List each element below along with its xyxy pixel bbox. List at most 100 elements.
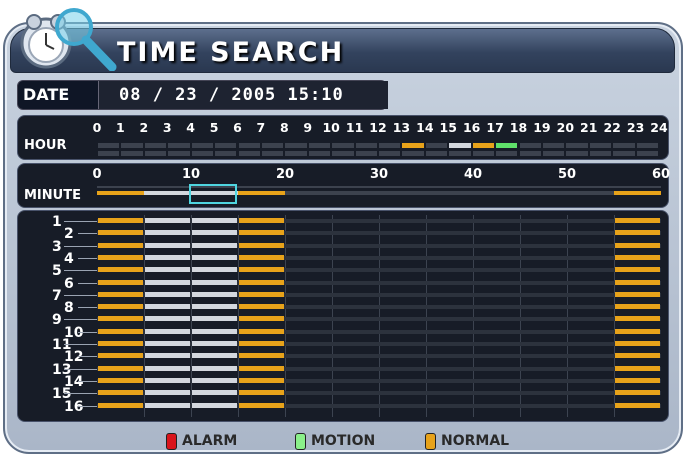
channel-segment[interactable] <box>615 267 660 273</box>
channel-segment[interactable] <box>239 390 284 396</box>
hour-segment[interactable] <box>285 143 307 148</box>
channel-segment[interactable] <box>239 353 284 359</box>
channel-segment[interactable] <box>98 328 143 334</box>
channel-segment[interactable] <box>239 365 284 371</box>
channel-segment[interactable] <box>239 304 284 310</box>
channel-segment[interactable] <box>615 353 660 359</box>
channel-segment[interactable] <box>145 402 190 408</box>
hour-segment[interactable] <box>472 143 495 148</box>
hour-segment[interactable] <box>519 143 541 148</box>
channel-segment[interactable] <box>239 267 284 273</box>
channel-segment[interactable] <box>98 267 143 273</box>
time-cursor[interactable] <box>189 184 237 204</box>
channel-segment[interactable] <box>192 304 237 310</box>
channel-segment[interactable] <box>615 242 660 248</box>
channel-segment[interactable] <box>192 291 237 297</box>
channel-segment[interactable] <box>615 218 660 223</box>
hour-segment[interactable] <box>215 143 237 148</box>
channel-segment[interactable] <box>615 316 660 322</box>
channel-segment[interactable] <box>615 390 660 396</box>
channel-segment[interactable] <box>98 242 143 248</box>
channel-segment[interactable] <box>239 377 284 383</box>
channel-segment[interactable] <box>239 291 284 297</box>
channel-segment[interactable] <box>98 377 143 383</box>
channel-segment[interactable] <box>98 353 143 359</box>
channel-segment[interactable] <box>192 267 237 273</box>
channel-segment[interactable] <box>98 279 143 285</box>
hour-segment[interactable] <box>168 143 190 148</box>
channel-segment[interactable] <box>98 218 143 223</box>
minute-segment[interactable] <box>238 191 285 195</box>
minute-segment[interactable] <box>520 191 567 195</box>
channel-segment[interactable] <box>145 267 190 273</box>
channel-segment[interactable] <box>145 365 190 371</box>
minute-segment[interactable] <box>426 191 473 195</box>
hour-segment[interactable] <box>613 143 635 148</box>
channel-segment[interactable] <box>145 377 190 383</box>
channel-segment[interactable] <box>192 377 237 383</box>
channel-segment[interactable] <box>615 279 660 285</box>
channel-segment[interactable] <box>145 254 190 260</box>
channel-segment[interactable] <box>615 377 660 383</box>
minute-segment[interactable] <box>567 191 614 195</box>
minute-segment[interactable] <box>614 191 661 195</box>
hour-segment[interactable] <box>449 143 471 148</box>
channel-segment[interactable] <box>239 316 284 322</box>
channel-segment[interactable] <box>239 254 284 260</box>
channel-segment[interactable] <box>98 402 143 408</box>
channel-segment[interactable] <box>98 365 143 371</box>
channel-segment[interactable] <box>145 353 190 359</box>
hour-segment[interactable] <box>542 143 565 148</box>
channel-segment[interactable] <box>145 279 190 285</box>
channel-segment[interactable] <box>192 279 237 285</box>
channel-segment[interactable] <box>192 218 237 223</box>
minute-segment[interactable] <box>285 191 332 195</box>
channel-segment[interactable] <box>192 230 237 236</box>
channel-segment[interactable] <box>615 304 660 310</box>
channel-segment[interactable] <box>615 328 660 334</box>
hour-segment[interactable] <box>191 143 214 148</box>
channel-segment[interactable] <box>192 242 237 248</box>
minute-segment[interactable] <box>144 191 191 195</box>
hour-segment[interactable] <box>566 143 588 148</box>
channel-segment[interactable] <box>98 291 143 297</box>
channel-segment[interactable] <box>98 390 143 396</box>
hour-segment[interactable] <box>261 143 284 148</box>
channel-segment[interactable] <box>192 390 237 396</box>
hour-segment[interactable] <box>332 143 354 148</box>
channel-segment[interactable] <box>145 230 190 236</box>
channel-segment[interactable] <box>145 328 190 334</box>
channel-segment[interactable] <box>192 365 237 371</box>
hour-segment[interactable] <box>379 143 401 148</box>
channel-segment[interactable] <box>98 341 143 346</box>
channel-segment[interactable] <box>239 218 284 223</box>
hour-segment[interactable] <box>238 143 260 148</box>
channel-segment[interactable] <box>145 316 190 322</box>
channel-segment[interactable] <box>239 328 284 334</box>
channel-segment[interactable] <box>239 242 284 248</box>
channel-segment[interactable] <box>239 279 284 285</box>
hour-segment[interactable] <box>496 143 518 148</box>
channel-segment[interactable] <box>239 230 284 236</box>
channel-segment[interactable] <box>615 365 660 371</box>
minute-segment[interactable] <box>332 191 379 195</box>
hour-segment[interactable] <box>589 143 612 148</box>
channel-segment[interactable] <box>145 218 190 223</box>
channel-segment[interactable] <box>98 254 143 260</box>
channel-segment[interactable] <box>145 291 190 297</box>
channel-segment[interactable] <box>98 230 143 236</box>
hour-segment[interactable] <box>402 143 424 148</box>
channel-segment[interactable] <box>615 254 660 260</box>
hour-segment[interactable] <box>144 143 167 148</box>
channel-segment[interactable] <box>98 316 143 322</box>
channel-segment[interactable] <box>192 402 237 408</box>
channel-segment[interactable] <box>615 291 660 297</box>
hour-segment[interactable] <box>636 143 658 148</box>
channel-segment[interactable] <box>192 341 237 346</box>
hour-segment[interactable] <box>98 143 120 148</box>
minute-segment[interactable] <box>379 191 426 195</box>
channel-segment[interactable] <box>239 402 284 408</box>
hour-segment[interactable] <box>425 143 448 148</box>
channel-segment[interactable] <box>145 304 190 310</box>
channel-segment[interactable] <box>98 304 143 310</box>
